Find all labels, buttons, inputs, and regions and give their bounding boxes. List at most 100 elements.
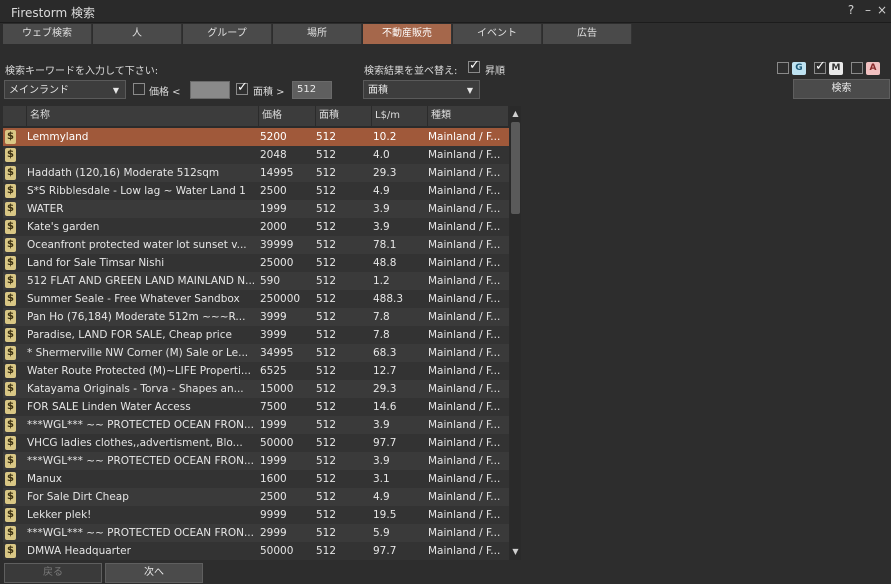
cell-name: Water Route Protected (M)~LIFE Properti.… bbox=[27, 365, 251, 377]
tab-classifieds[interactable]: 広告 bbox=[543, 24, 632, 44]
cell-area: 512 bbox=[316, 437, 337, 449]
moderate-rating-icon: M bbox=[829, 62, 843, 75]
cell-price: 2000 bbox=[260, 221, 287, 233]
ascending-checkbox[interactable] bbox=[468, 58, 480, 73]
cell-name: Lemmyland bbox=[27, 131, 89, 143]
table-row[interactable]: $ Summer Seale - Free Whatever Sandbox 250… bbox=[3, 290, 509, 308]
table-row[interactable]: $ Paradise, LAND FOR SALE, Cheap price 399… bbox=[3, 326, 509, 344]
cell-type: Mainland / F... bbox=[428, 221, 501, 233]
table-row[interactable]: $ WATER 1999 512 3.9 Mainland / F... bbox=[3, 200, 509, 218]
table-row[interactable]: $ Water Route Protected (M)~LIFE Properti… bbox=[3, 362, 509, 380]
cell-price-per-meter: 68.3 bbox=[373, 347, 397, 359]
cell-area: 512 bbox=[316, 257, 337, 269]
cell-price: 590 bbox=[260, 275, 281, 287]
header-name[interactable]: 名称 bbox=[27, 106, 259, 126]
adult-checkbox[interactable] bbox=[851, 62, 863, 74]
scrollbar[interactable]: ▲ ▼ bbox=[510, 106, 521, 560]
area-checkbox[interactable] bbox=[236, 80, 248, 95]
cell-name: Paradise, LAND FOR SALE, Cheap price bbox=[27, 329, 232, 341]
cell-type: Mainland / F... bbox=[428, 257, 501, 269]
header-price-per-meter[interactable]: L$/m bbox=[372, 106, 428, 126]
prev-button[interactable]: 戻る bbox=[4, 563, 102, 583]
table-row[interactable]: $ Pan Ho (76,184) Moderate 512m ~~~R... 39… bbox=[3, 308, 509, 326]
dollar-sign-icon: $ bbox=[5, 166, 16, 180]
scroll-up-icon[interactable]: ▲ bbox=[510, 108, 521, 120]
table-row[interactable]: $ Land for Sale Timsar Nishi 25000 512 48.8 M… bbox=[3, 254, 509, 272]
cell-price: 3999 bbox=[260, 329, 287, 341]
cell-type: Mainland / F... bbox=[428, 131, 501, 143]
search-button[interactable]: 検索 bbox=[793, 79, 890, 99]
cell-type: Mainland / F... bbox=[428, 185, 501, 197]
table-row[interactable]: $ S*S Ribblesdale - Low lag ~ Water Land … bbox=[3, 182, 509, 200]
cell-price: 5200 bbox=[260, 131, 287, 143]
cell-area: 512 bbox=[316, 419, 337, 431]
minimize-icon[interactable]: – bbox=[862, 3, 874, 17]
moderate-checkbox[interactable] bbox=[814, 59, 826, 74]
dollar-sign-icon: $ bbox=[5, 220, 16, 234]
keyword-label: 検索キーワードを入力して下さい: bbox=[5, 66, 159, 77]
tab-places[interactable]: 場所 bbox=[273, 24, 362, 44]
cell-type: Mainland / F... bbox=[428, 149, 501, 161]
general-checkbox[interactable] bbox=[777, 62, 789, 74]
close-icon[interactable]: × bbox=[876, 3, 888, 17]
help-icon[interactable]: ? bbox=[845, 3, 857, 17]
tab-web-search[interactable]: ウェブ検索 bbox=[3, 24, 92, 44]
dollar-sign-icon: $ bbox=[5, 508, 16, 522]
cell-price: 14995 bbox=[260, 167, 294, 179]
cell-name: Katayama Originals - Torva - Shapes an..… bbox=[27, 383, 244, 395]
cell-type: Mainland / F... bbox=[428, 545, 501, 557]
area-input[interactable]: 512 bbox=[292, 81, 332, 99]
category-select[interactable]: メインランド ▼ bbox=[4, 80, 126, 99]
tab-people[interactable]: 人 bbox=[93, 24, 182, 44]
table-row[interactable]: $512 FLAT AND GREEN LAND MAINLAND N... 59… bbox=[3, 272, 509, 290]
cell-type: Mainland / F... bbox=[428, 527, 501, 539]
scroll-down-icon[interactable]: ▼ bbox=[510, 546, 521, 558]
price-label: 価格 < bbox=[149, 87, 181, 98]
dollar-sign-icon: $ bbox=[5, 184, 16, 198]
general-rating-icon: G bbox=[792, 62, 806, 75]
table-row[interactable]: $ Haddath (120,16) Moderate 512sqm 14995 51… bbox=[3, 164, 509, 182]
header-price[interactable]: 価格 bbox=[259, 106, 316, 126]
tab-groups[interactable]: グループ bbox=[183, 24, 272, 44]
table-row[interactable]: $ ***WGL*** ~~ PROTECTED OCEAN FRON... 199… bbox=[3, 416, 509, 434]
table-row[interactable]: $ Katayama Originals - Torva - Shapes an.… bbox=[3, 380, 509, 398]
header-type[interactable]: 種類 bbox=[428, 106, 509, 126]
table-row[interactable]: $ DMWA Headquarter 50000 512 97.7 Mainland / … bbox=[3, 542, 509, 560]
table-row[interactable]: $2048 512 4.0 Mainland / F... bbox=[3, 146, 509, 164]
table-row[interactable]: $ Kate's garden 2000 512 3.9 Mainland / F... bbox=[3, 218, 509, 236]
header-area[interactable]: 面積 bbox=[316, 106, 372, 126]
cell-area: 512 bbox=[316, 311, 337, 323]
scroll-thumb[interactable] bbox=[511, 122, 520, 214]
table-row[interactable]: $ ***WGL*** ~~ PROTECTED OCEAN FRON... 299… bbox=[3, 524, 509, 542]
table-row[interactable]: $ Oceanfront protected water lot sunset v… bbox=[3, 236, 509, 254]
cell-price-per-meter: 7.8 bbox=[373, 329, 390, 341]
price-checkbox[interactable] bbox=[133, 83, 145, 95]
cell-name: Pan Ho (76,184) Moderate 512m ~~~R... bbox=[27, 311, 246, 323]
window-title: Firestorm 検索 bbox=[11, 6, 95, 20]
dollar-sign-icon: $ bbox=[5, 418, 16, 432]
cell-price: 9999 bbox=[260, 509, 287, 521]
table-row[interactable]: $ * Shermerville NW Corner (M) Sale or Le… bbox=[3, 344, 509, 362]
header-icon-column[interactable] bbox=[3, 106, 27, 126]
adult-rating-icon: A bbox=[866, 62, 880, 75]
table-row[interactable]: $ Lemmyland 5200 512 10.2 Mainland / F... bbox=[3, 128, 509, 146]
cell-price: 1600 bbox=[260, 473, 287, 485]
table-row[interactable]: $ FOR SALE Linden Water Access 7500 512 14.6… bbox=[3, 398, 509, 416]
tab-events[interactable]: イベント bbox=[453, 24, 542, 44]
cell-type: Mainland / F... bbox=[428, 401, 501, 413]
table-row[interactable]: $ Manux 1600 512 3.1 Mainland / F... bbox=[3, 470, 509, 488]
sort-select[interactable]: 面積 ▼ bbox=[363, 80, 480, 99]
cell-price: 6525 bbox=[260, 365, 287, 377]
next-button[interactable]: 次へ bbox=[105, 563, 203, 583]
table-row[interactable]: $ ***WGL*** ~~ PROTECTED OCEAN FRON... 199… bbox=[3, 452, 509, 470]
cell-price-per-meter: 488.3 bbox=[373, 293, 404, 305]
price-input[interactable] bbox=[190, 81, 230, 99]
cell-price-per-meter: 19.5 bbox=[373, 509, 397, 521]
table-row[interactable]: $ Lekker plek! 9999 512 19.5 Mainland / F... bbox=[3, 506, 509, 524]
cell-price-per-meter: 3.1 bbox=[373, 473, 390, 485]
cell-price-per-meter: 3.9 bbox=[373, 455, 390, 467]
cell-price-per-meter: 78.1 bbox=[373, 239, 397, 251]
table-row[interactable]: $ For Sale Dirt Cheap 2500 512 4.9 Mainland /… bbox=[3, 488, 509, 506]
table-row[interactable]: $ VHCG ladies clothes,,advertisment, Blo.… bbox=[3, 434, 509, 452]
tab-land-sales[interactable]: 不動産販売 bbox=[363, 24, 452, 44]
